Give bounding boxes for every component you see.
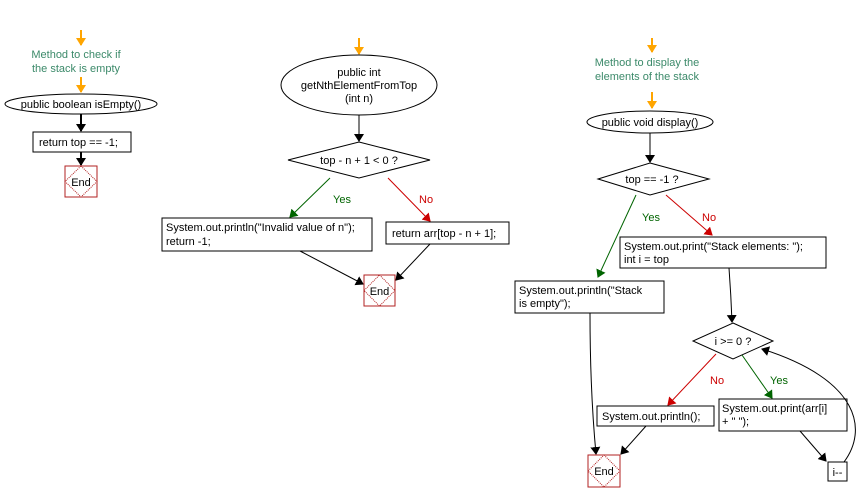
process-text: + " "); <box>722 416 749 428</box>
start-label: getNthElementFromTop <box>301 80 417 92</box>
comment-line: elements of the stack <box>595 71 699 83</box>
no-label: No <box>702 212 716 224</box>
process-text: return top == -1; <box>39 137 118 149</box>
loop-no-label: No <box>710 375 724 387</box>
process-text: return arr[top - n + 1]; <box>392 228 496 240</box>
yes-arrow <box>741 354 773 399</box>
start-label: public boolean isEmpty() <box>21 99 141 111</box>
end-node: End <box>64 165 98 198</box>
process-text: System.out.print(arr[i] <box>722 403 827 415</box>
process-text: System.out.println("Invalid value of n")… <box>166 222 355 234</box>
loop-yes-label: Yes <box>770 375 788 387</box>
process-text: is empty"); <box>519 298 571 310</box>
start-label: (int n) <box>345 93 373 105</box>
flow-isempty: Method to check if the stack is empty pu… <box>4 30 158 198</box>
process-text: System.out.print("Stack elements: "); <box>624 241 803 253</box>
flow-arrow <box>395 243 431 281</box>
comment-line: Method to display the <box>595 57 700 69</box>
no-label: No <box>419 194 433 206</box>
process-text: System.out.println(); <box>602 411 700 423</box>
flow-arrow <box>726 267 737 323</box>
end-label: End <box>71 177 91 189</box>
flow-arrow <box>620 425 647 455</box>
end-node: End <box>587 454 621 488</box>
end-label: End <box>594 466 614 478</box>
end-label: End <box>370 286 390 298</box>
yes-arrow <box>289 177 331 218</box>
comment-line: the stack is empty <box>32 63 121 75</box>
decrement-text: i-- <box>833 467 843 479</box>
flow-arrow <box>299 250 364 286</box>
yes-label: Yes <box>333 194 351 206</box>
loop-decision-label: i >= 0 ? <box>715 336 752 348</box>
comment-line: Method to check if <box>31 49 121 61</box>
end-node: End <box>363 274 396 307</box>
start-label: public void display() <box>602 117 699 129</box>
process-text: return -1; <box>166 236 211 248</box>
no-arrow <box>667 353 717 406</box>
flowchart: Method to check if the stack is empty pu… <box>4 30 856 488</box>
flowchart-canvas: Method to check if the stack is empty pu… <box>0 0 864 502</box>
process-text: int i = top <box>624 254 669 266</box>
flow-arrow <box>589 312 601 455</box>
flow-arrow <box>799 430 827 462</box>
start-label: public int <box>337 67 380 79</box>
yes-label: Yes <box>642 212 660 224</box>
process-text: System.out.println("Stack <box>519 285 643 297</box>
decision-label: top - n + 1 < 0 ? <box>320 155 398 167</box>
flow-display: Method to display the elements of the st… <box>514 38 856 488</box>
decision-label: top == -1 ? <box>625 174 678 186</box>
flow-getnth: public int getNthElementFromTop (int n) … <box>161 38 510 307</box>
